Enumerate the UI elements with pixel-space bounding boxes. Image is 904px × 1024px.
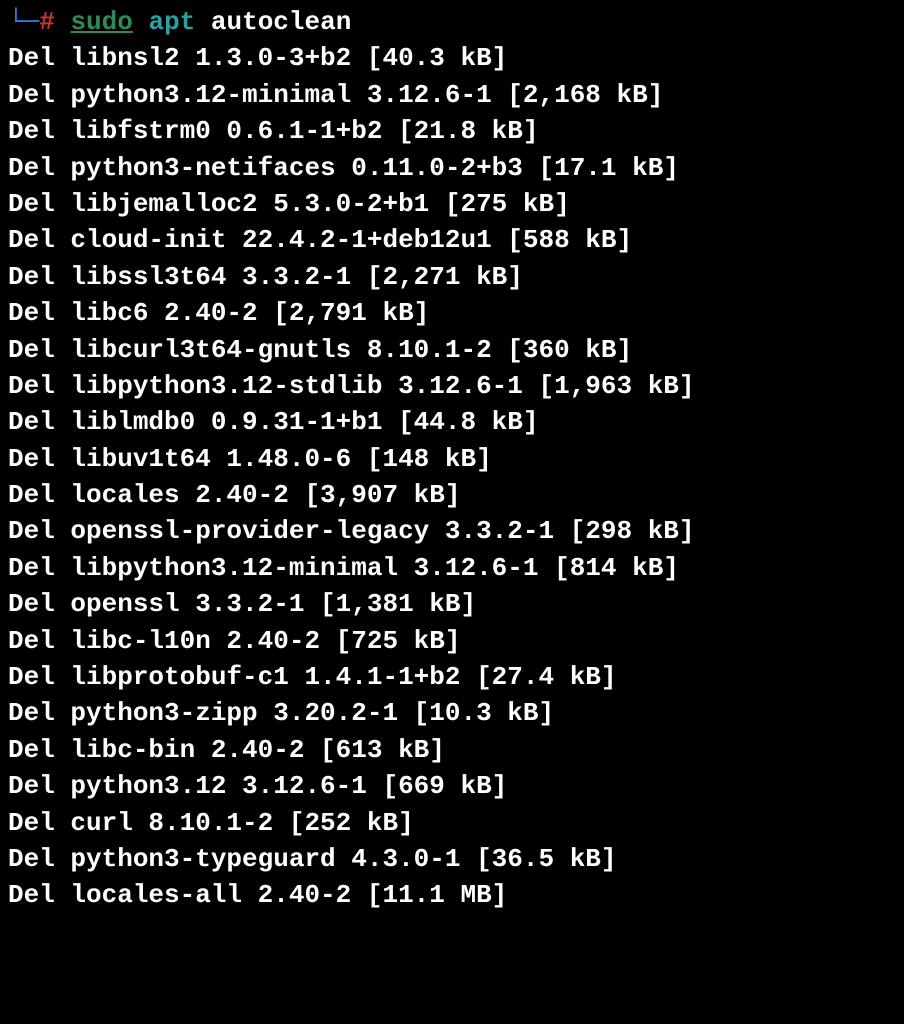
deletion-line: Del libnsl2 1.3.0-3+b2 [40.3 kB] xyxy=(8,40,896,76)
command-prompt-line[interactable]: └─# sudo apt autoclean xyxy=(8,4,896,40)
sudo-command: sudo xyxy=(70,7,132,37)
prompt-prefix: └─ xyxy=(8,7,39,37)
deletion-line: Del libpython3.12-minimal 3.12.6-1 [814 … xyxy=(8,550,896,586)
deletion-line: Del libprotobuf-c1 1.4.1-1+b2 [27.4 kB] xyxy=(8,659,896,695)
deletion-line: Del libc-bin 2.40-2 [613 kB] xyxy=(8,732,896,768)
deletion-line: Del libpython3.12-stdlib 3.12.6-1 [1,963… xyxy=(8,368,896,404)
deletion-line: Del locales-all 2.40-2 [11.1 MB] xyxy=(8,877,896,913)
deletion-line: Del openssl 3.3.2-1 [1,381 kB] xyxy=(8,586,896,622)
deletion-line: Del openssl-provider-legacy 3.3.2-1 [298… xyxy=(8,513,896,549)
prompt-hash-icon: # xyxy=(39,7,55,37)
deletion-line: Del python3-netifaces 0.11.0-2+b3 [17.1 … xyxy=(8,150,896,186)
deletion-line: Del python3.12-minimal 3.12.6-1 [2,168 k… xyxy=(8,77,896,113)
deletion-line: Del python3.12 3.12.6-1 [669 kB] xyxy=(8,768,896,804)
deletion-line: Del liblmdb0 0.9.31-1+b1 [44.8 kB] xyxy=(8,404,896,440)
deletion-line: Del python3-zipp 3.20.2-1 [10.3 kB] xyxy=(8,695,896,731)
deletion-line: Del curl 8.10.1-2 [252 kB] xyxy=(8,805,896,841)
deletion-line: Del libjemalloc2 5.3.0-2+b1 [275 kB] xyxy=(8,186,896,222)
deletion-line: Del libcurl3t64-gnutls 8.10.1-2 [360 kB] xyxy=(8,332,896,368)
deletion-line: Del libc-l10n 2.40-2 [725 kB] xyxy=(8,623,896,659)
deletion-line: Del libssl3t64 3.3.2-1 [2,271 kB] xyxy=(8,259,896,295)
deletion-line: Del libuv1t64 1.48.0-6 [148 kB] xyxy=(8,441,896,477)
deletion-line: Del libc6 2.40-2 [2,791 kB] xyxy=(8,295,896,331)
apt-command: apt xyxy=(148,7,195,37)
command-argument: autoclean xyxy=(211,7,351,37)
terminal-output: Del libnsl2 1.3.0-3+b2 [40.3 kB]Del pyth… xyxy=(8,40,896,913)
deletion-line: Del cloud-init 22.4.2-1+deb12u1 [588 kB] xyxy=(8,222,896,258)
deletion-line: Del python3-typeguard 4.3.0-1 [36.5 kB] xyxy=(8,841,896,877)
deletion-line: Del libfstrm0 0.6.1-1+b2 [21.8 kB] xyxy=(8,113,896,149)
deletion-line: Del locales 2.40-2 [3,907 kB] xyxy=(8,477,896,513)
